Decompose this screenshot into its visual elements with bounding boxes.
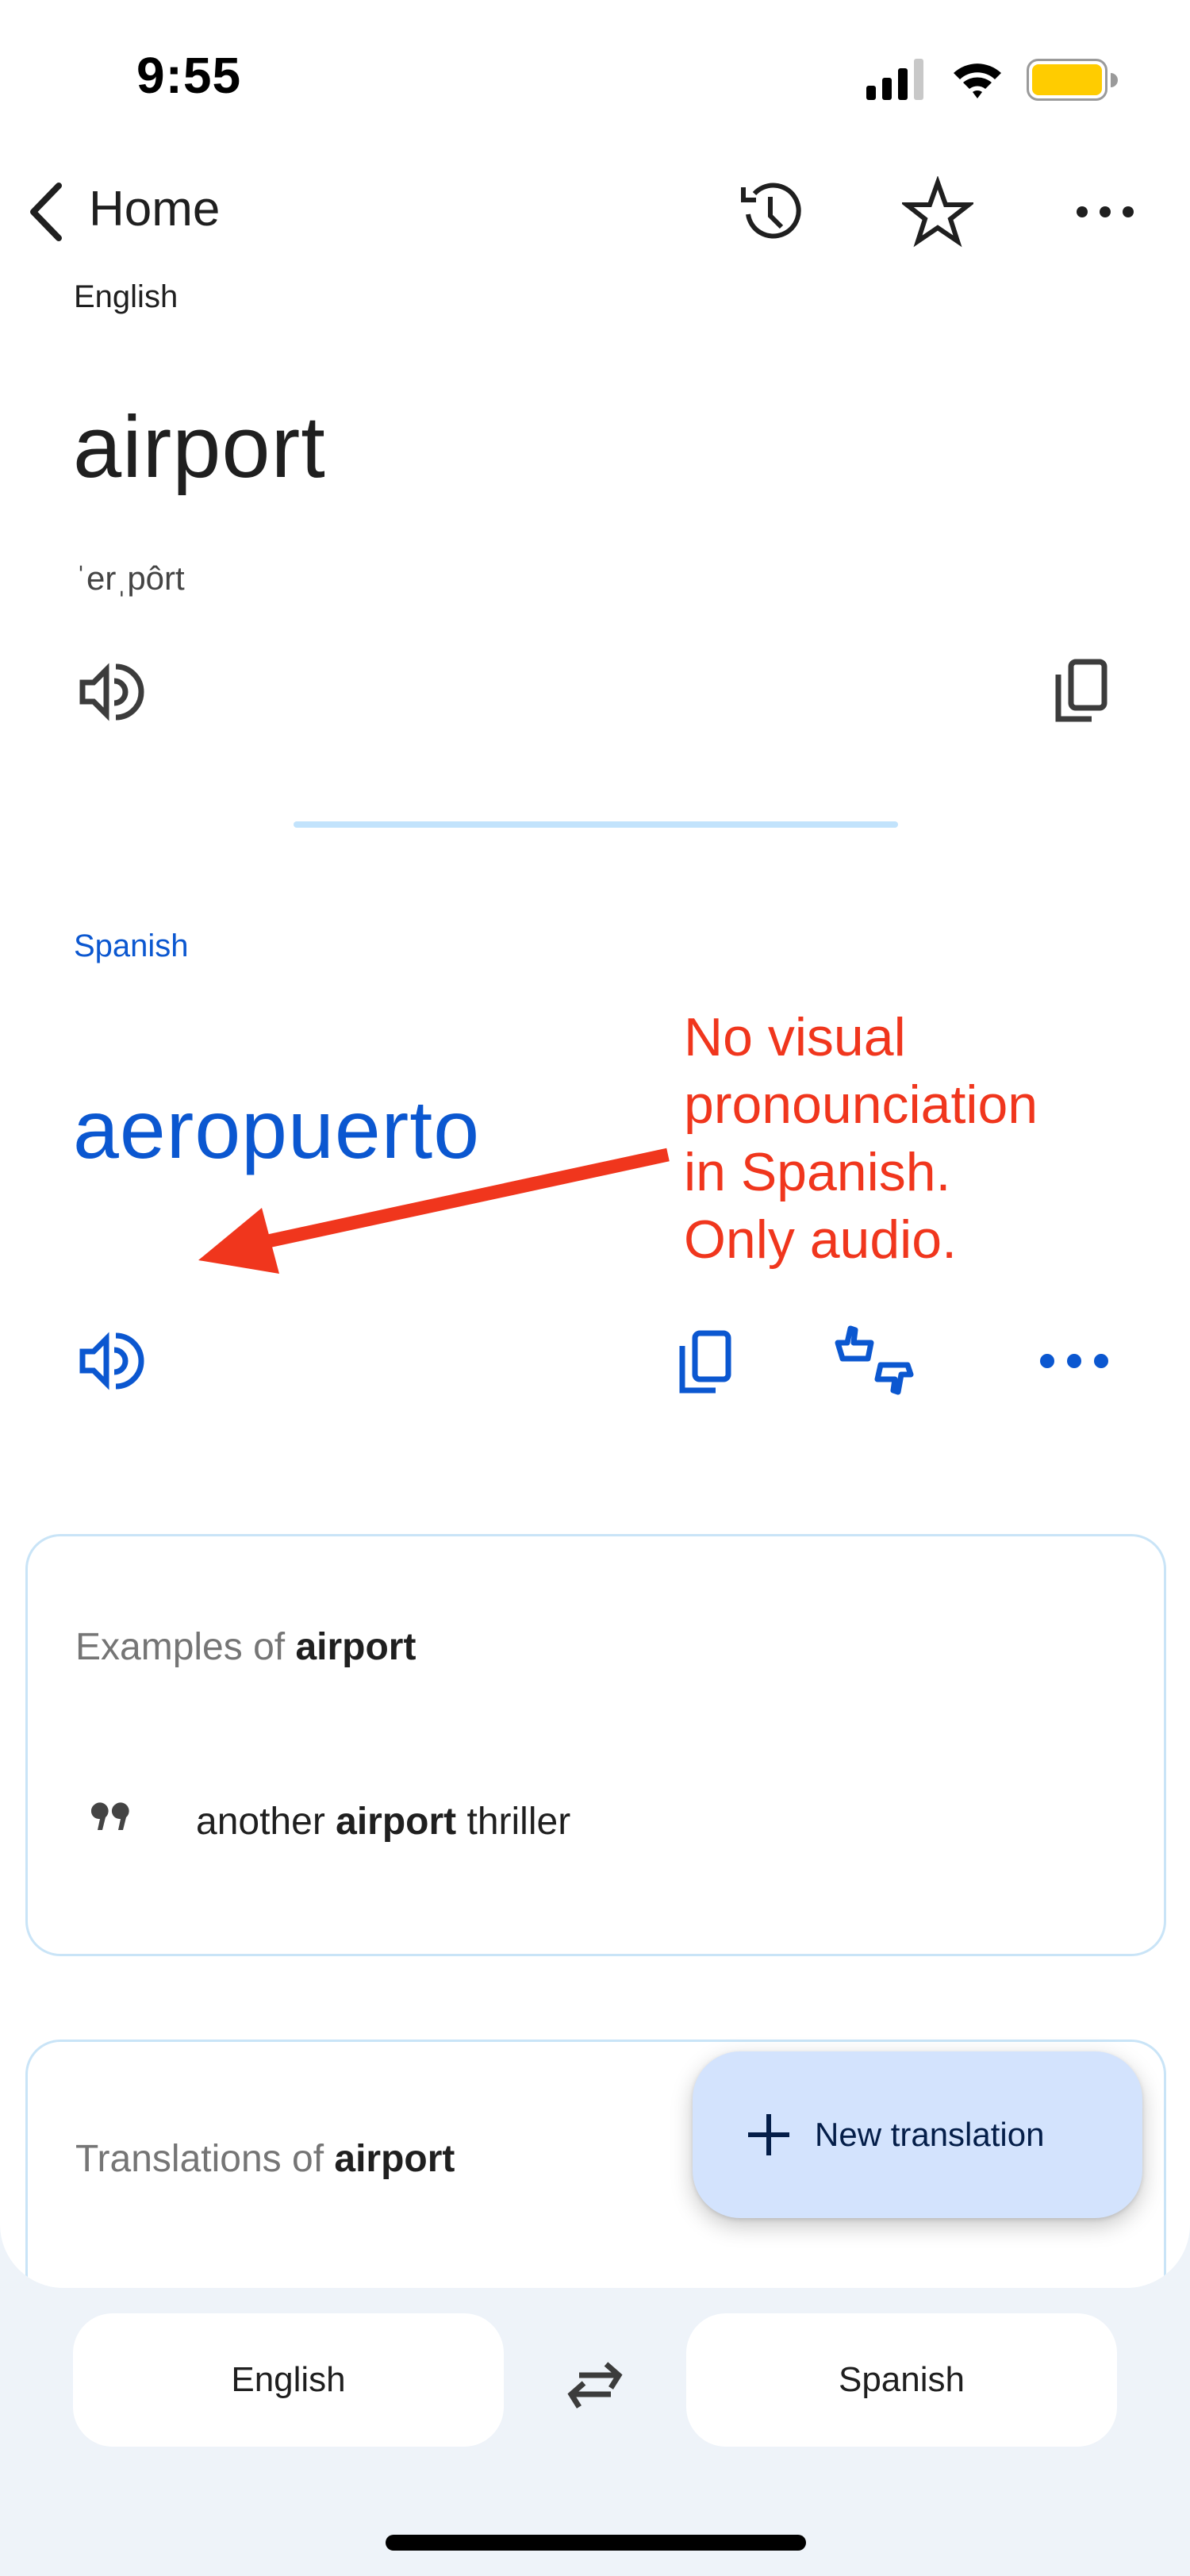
examples-card: Examples of airport another airport thri… xyxy=(25,1534,1166,1956)
source-listen-button[interactable] xyxy=(71,652,151,732)
more-horizontal-icon xyxy=(1040,1354,1108,1368)
new-translation-label: New translation xyxy=(815,2116,1045,2153)
target-language-label: Spanish xyxy=(74,929,189,963)
example-text-highlight: airport xyxy=(336,1801,457,1843)
section-divider xyxy=(294,821,898,828)
source-phonetic: ˈerˌpôrt xyxy=(75,559,185,597)
source-language-button[interactable]: English xyxy=(73,2313,504,2447)
example-sentence[interactable]: another airport thriller xyxy=(196,1800,570,1844)
wifi-icon xyxy=(954,63,1001,98)
target-copy-button[interactable] xyxy=(665,1322,744,1401)
more-horizontal-icon xyxy=(1077,206,1134,217)
copy-icon xyxy=(1055,659,1107,722)
swap-icon xyxy=(567,2362,623,2409)
translations-title-word: airport xyxy=(334,2138,455,2180)
favorite-button[interactable] xyxy=(902,176,973,248)
chevron-left-icon xyxy=(30,183,62,241)
status-time: 9:55 xyxy=(136,47,242,104)
translations-title-prefix: Translations of xyxy=(75,2138,335,2180)
plus-icon xyxy=(748,2114,789,2155)
back-button[interactable] xyxy=(24,176,71,248)
annotation-arrow xyxy=(198,1148,670,1274)
example-text-after: thriller xyxy=(456,1801,571,1843)
speaker-icon xyxy=(79,663,144,721)
target-language-button[interactable]: Spanish xyxy=(686,2313,1117,2447)
swap-languages-button[interactable] xyxy=(555,2345,635,2424)
content-sheet: 9:55 Home English airport ˈerˌpôrt Spani… xyxy=(0,0,1190,2288)
battery-icon xyxy=(1027,59,1118,101)
translations-title: Translations of airport xyxy=(75,2137,455,2181)
signal-icon xyxy=(866,59,923,100)
feedback-button[interactable] xyxy=(831,1319,914,1398)
history-button[interactable] xyxy=(734,176,805,248)
target-more-button[interactable] xyxy=(1033,1321,1112,1401)
examples-title-word: airport xyxy=(295,1626,416,1668)
rate-translation-icon xyxy=(835,1325,914,1395)
source-copy-button[interactable] xyxy=(1041,651,1120,730)
star-icon xyxy=(902,176,973,248)
history-icon xyxy=(741,183,801,239)
speaker-icon xyxy=(79,1332,144,1390)
target-listen-button[interactable] xyxy=(71,1321,151,1401)
more-options-button[interactable] xyxy=(1069,176,1141,248)
back-label[interactable]: Home xyxy=(89,181,220,237)
annotation-text: No visual pronounciation in Spanish. Onl… xyxy=(684,1007,1038,1270)
source-language-label: English xyxy=(74,279,178,314)
examples-title: Examples of airport xyxy=(75,1625,416,1669)
source-text[interactable]: airport xyxy=(73,397,326,498)
new-translation-button[interactable]: New translation xyxy=(693,2051,1142,2218)
quote-icon xyxy=(91,1802,129,1830)
copy-icon xyxy=(679,1330,731,1394)
example-text-before: another xyxy=(196,1801,336,1843)
status-icons xyxy=(866,57,1120,102)
examples-title-prefix: Examples of xyxy=(75,1626,296,1668)
home-indicator[interactable] xyxy=(386,2535,806,2551)
